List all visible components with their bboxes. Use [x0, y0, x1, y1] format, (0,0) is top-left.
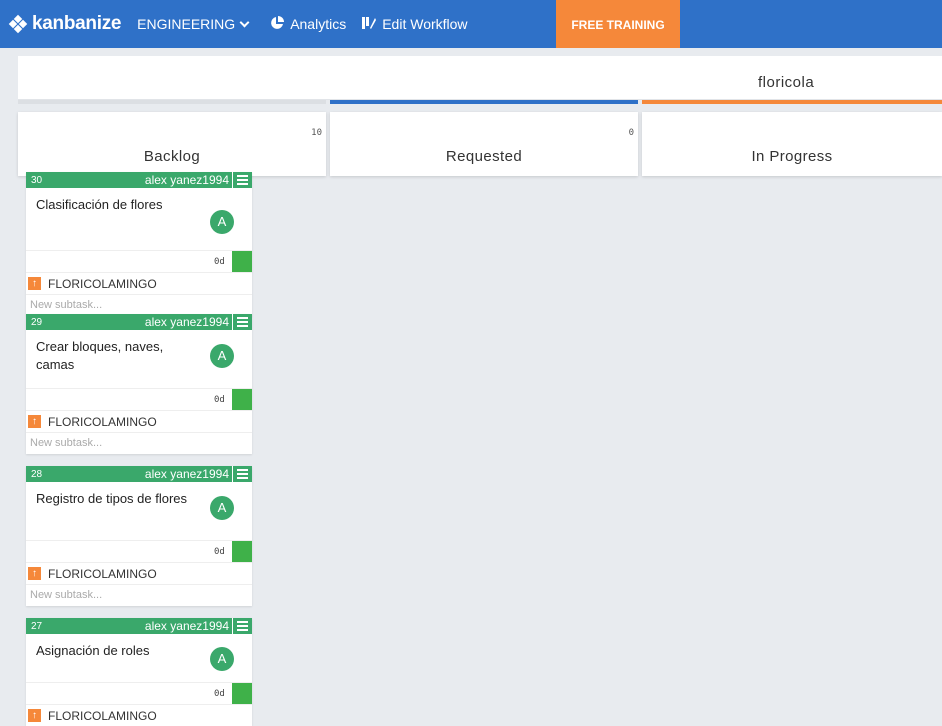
arrow-up-icon: ↑: [28, 709, 41, 722]
card-age: 0d: [214, 257, 225, 267]
menu-icon[interactable]: [232, 172, 252, 188]
menu-icon[interactable]: [232, 314, 252, 330]
column-name: Backlog: [143, 148, 201, 165]
analytics-link[interactable]: Analytics: [270, 15, 347, 33]
kanbanize-logo[interactable]: kanbanize: [8, 13, 122, 35]
tag-label: FLORICOLAMINGO: [48, 414, 157, 429]
card-tag[interactable]: ↑ FLORICOLAMINGO: [26, 410, 252, 432]
free-training-button[interactable]: FREE TRAINING: [556, 0, 680, 48]
column-header[interactable]: 0 In Progress: [642, 112, 942, 176]
column-color-bar: [18, 100, 326, 104]
card-owner: alex yanez1994: [144, 173, 229, 187]
card-meta: 0d: [26, 682, 252, 704]
card-age: 0d: [214, 547, 225, 557]
tag-label: FLORICOLAMINGO: [48, 276, 157, 291]
card-meta: 0d: [26, 250, 252, 272]
new-subtask-input[interactable]: New subtask...: [26, 584, 252, 606]
column-color-bar: [330, 100, 638, 104]
column-name: Requested: [445, 148, 523, 165]
card-owner: alex yanez1994: [144, 315, 229, 329]
card-body[interactable]: Asignación de roles A: [26, 634, 252, 682]
card-title: Asignación de roles: [36, 643, 150, 658]
card-body[interactable]: Clasificación de flores A: [26, 188, 252, 250]
column-header[interactable]: 10 Backlog: [18, 112, 326, 176]
top-navigation-bar: kanbanize ENGINEERING Analytics Edit Wor…: [0, 0, 942, 48]
chevron-down-icon: [239, 17, 250, 27]
avatar[interactable]: A: [210, 344, 234, 368]
tag-label: FLORICOLAMINGO: [48, 708, 157, 723]
age-indicator: [232, 683, 252, 704]
edit-workflow-label: Edit Workflow: [382, 16, 468, 32]
column-color-bar: [642, 100, 942, 104]
menu-icon[interactable]: [232, 466, 252, 482]
column-in-progress: 0 In Progress: [642, 100, 942, 726]
card-header: 29 alex yanez1994: [26, 314, 252, 330]
new-subtask-input[interactable]: New subtask...: [26, 432, 252, 454]
card-body[interactable]: Registro de tipos de flores A: [26, 482, 252, 540]
workspace-dropdown[interactable]: ENGINEERING: [137, 16, 250, 32]
age-indicator: [232, 251, 252, 272]
arrow-up-icon: ↑: [28, 415, 41, 428]
arrow-up-icon: ↑: [28, 277, 41, 290]
age-indicator: [232, 541, 252, 562]
card-title: Clasificación de flores: [36, 197, 163, 212]
card-header: 28 alex yanez1994: [26, 466, 252, 482]
task-card[interactable]: 27 alex yanez1994 Asignación de roles A …: [26, 618, 252, 726]
task-card[interactable]: 28 alex yanez1994 Registro de tipos de f…: [26, 466, 252, 606]
task-card[interactable]: 29 alex yanez1994 Crear bloques, naves, …: [26, 314, 252, 454]
card-id[interactable]: 27: [31, 621, 145, 632]
card-meta: 0d: [26, 388, 252, 410]
menu-icon[interactable]: [232, 618, 252, 634]
tag-label: FLORICOLAMINGO: [48, 566, 157, 581]
age-indicator: [232, 389, 252, 410]
card-tag[interactable]: ↑ FLORICOLAMINGO: [26, 272, 252, 294]
card-meta: 0d: [26, 540, 252, 562]
card-age: 0d: [214, 689, 225, 699]
card-header: 27 alex yanez1994: [26, 618, 252, 634]
edit-workflow-link[interactable]: Edit Workflow: [362, 16, 468, 33]
logo-text: kanbanize: [32, 13, 122, 34]
card-header: 30 alex yanez1994: [26, 172, 252, 188]
column-card-count: 0: [628, 128, 634, 138]
card-tag[interactable]: ↑ FLORICOLAMINGO: [26, 704, 252, 726]
arrow-up-icon: ↑: [28, 567, 41, 580]
free-training-label: FREE TRAINING: [571, 18, 665, 32]
card-body[interactable]: Crear bloques, naves, camas A: [26, 330, 252, 388]
card-age: 0d: [214, 395, 225, 405]
avatar[interactable]: A: [210, 496, 234, 520]
column-card-count: 10: [311, 128, 322, 138]
new-subtask-input[interactable]: New subtask...: [26, 294, 252, 316]
task-card[interactable]: 30 alex yanez1994 Clasificación de flore…: [26, 172, 252, 316]
column-requested: 0 Requested: [330, 100, 638, 726]
board-title: floricola: [758, 74, 815, 91]
card-tag[interactable]: ↑ FLORICOLAMINGO: [26, 562, 252, 584]
card-id[interactable]: 29: [31, 317, 145, 328]
card-title: Registro de tipos de flores: [36, 491, 188, 506]
board-header: floricola: [18, 56, 942, 100]
analytics-label: Analytics: [290, 16, 347, 32]
pie-chart-icon: [270, 15, 285, 33]
column-header[interactable]: 0 Requested: [330, 112, 638, 176]
card-owner: alex yanez1994: [144, 619, 229, 633]
card-id[interactable]: 28: [31, 469, 145, 480]
logo-icon: [8, 14, 28, 34]
avatar[interactable]: A: [210, 210, 234, 234]
workflow-icon: [362, 16, 377, 33]
workspace-label: ENGINEERING: [137, 16, 236, 32]
card-owner: alex yanez1994: [144, 467, 229, 481]
column-name: In Progress: [751, 148, 833, 165]
card-id[interactable]: 30: [31, 175, 145, 186]
avatar[interactable]: A: [210, 647, 234, 671]
card-title: Crear bloques, naves, camas: [36, 339, 164, 372]
